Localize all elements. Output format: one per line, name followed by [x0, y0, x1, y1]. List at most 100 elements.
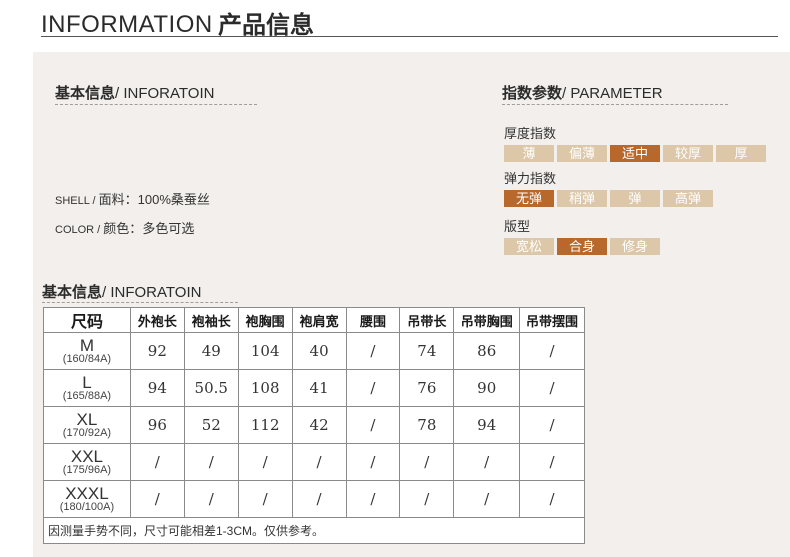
color-label: 颜色：: [103, 221, 143, 236]
table-cell: 52: [183, 406, 239, 444]
table-cell: /: [183, 480, 239, 518]
parameter-title-en: / PARAMETER: [562, 85, 663, 102]
column-header: 吊带摆围: [519, 307, 585, 333]
shell-label: 面料：: [98, 192, 138, 207]
table-cell: /: [129, 480, 185, 518]
option-chip: 稍弹: [557, 190, 607, 207]
column-header: 袍袖长: [183, 307, 239, 333]
option-chip: 弹: [610, 190, 660, 207]
table-row: XXXL (180/100A) / / / / / / / /: [43, 480, 585, 518]
table-row: L (165/88A) 94 50.5 108 41/76 90/: [43, 369, 585, 407]
table-cell: /: [519, 332, 585, 370]
size-table-title-en: / INFORATOIN: [102, 284, 202, 301]
table-row: XL (170/92A) 96 52 112 42/78 94/: [43, 406, 585, 444]
table-cell: 96: [129, 406, 185, 444]
table-cell: /: [345, 443, 401, 481]
table-cell: /: [519, 443, 585, 481]
shell-prefix: SHELL /: [55, 195, 99, 207]
table-cell: /: [519, 480, 585, 518]
elasticity-options: 无弹 稍弹弹高弹: [504, 190, 713, 207]
table-cell: /: [345, 332, 401, 370]
size-cell: M (160/84A): [43, 332, 131, 370]
option-chip: 偏薄: [557, 145, 607, 162]
elasticity-label: 弹力指数: [504, 171, 557, 186]
table-cell: /: [345, 369, 401, 407]
header-title-en: INFORMATION: [41, 11, 213, 38]
color-info: COLOR / 颜色：多色可选: [55, 218, 194, 237]
table-cell: 50.5: [183, 369, 239, 407]
shell-info: SHELL / 面料：100%桑蚕丝: [55, 189, 210, 208]
table-cell: 49: [183, 332, 239, 370]
basic-info-title: 基本信息/ INFORATOIN: [55, 82, 214, 103]
option-chip: 薄: [504, 145, 554, 162]
table-cell: /: [129, 443, 185, 481]
page-header: INFORMATION 产品信息: [0, 0, 790, 50]
table-cell: /: [183, 443, 239, 481]
table-cell: 78: [399, 406, 455, 444]
parameter-title: 指数参数/ PARAMETER: [502, 82, 663, 103]
table-cell: 41: [291, 369, 347, 407]
table-note: 因测量手势不同，尺寸可能相差1-3CM。仅供参考。: [43, 517, 585, 544]
fit-label: 版型: [504, 219, 531, 234]
option-chip: 适中: [610, 145, 660, 162]
size-cell: XXXL (180/100A): [43, 480, 131, 518]
table-cell: /: [399, 480, 455, 518]
shell-value: 100%桑蚕丝: [137, 192, 210, 207]
size-cell: XL (170/92A): [43, 406, 131, 444]
size-body-spec: (180/100A): [59, 501, 115, 513]
table-cell: 94: [129, 369, 185, 407]
option-chip: 厚: [716, 145, 766, 162]
option-chip: 高弹: [663, 190, 713, 207]
table-cell: 90: [453, 369, 521, 407]
table-cell: /: [237, 480, 293, 518]
parameter-title-cn: 指数参数: [502, 85, 563, 102]
size-table: 尺码 外袍长 袍袖长 袍胸围 袍肩宽 腰围 吊带长 吊带胸围 吊带摆围 M (160/84A) 92…: [43, 307, 585, 544]
size-label: M: [79, 336, 95, 355]
column-header: 袍肩宽: [291, 307, 347, 333]
size-label: XXL: [70, 447, 104, 466]
table-cell: /: [453, 443, 521, 481]
table-cell: /: [519, 406, 585, 444]
column-header: 袍胸围: [237, 307, 293, 333]
table-cell: 40: [291, 332, 347, 370]
size-cell: XXL (175/96A): [43, 443, 131, 481]
table-cell: 112: [237, 406, 293, 444]
table-cell: /: [291, 443, 347, 481]
basic-info-title-en: / INFORATOIN: [115, 85, 215, 102]
column-header: 尺码: [43, 307, 131, 333]
table-cell: /: [453, 480, 521, 518]
column-header: 吊带胸围: [453, 307, 521, 333]
option-chip: 无弹: [504, 190, 554, 207]
column-header: 吊带长: [399, 307, 455, 333]
fit-options: 宽松 合身 修身: [504, 238, 660, 255]
size-label: L: [82, 373, 92, 392]
column-header: 腰围: [345, 307, 401, 333]
table-cell: 104: [237, 332, 293, 370]
table-header-row: 尺码 外袍长 袍袖长 袍胸围 袍肩宽 腰围 吊带长 吊带胸围 吊带摆围: [43, 307, 585, 333]
table-cell: 42: [291, 406, 347, 444]
table-cell: 92: [129, 332, 185, 370]
size-body-spec: (170/92A): [62, 427, 112, 439]
size-label: XXXL: [65, 484, 109, 503]
table-cell: 94: [453, 406, 521, 444]
header-title-cn: 产品信息: [218, 12, 314, 39]
table-cell: 108: [237, 369, 293, 407]
color-prefix: COLOR /: [55, 224, 104, 236]
basic-info-divider: [55, 104, 257, 105]
table-cell: /: [291, 480, 347, 518]
table-cell: 76: [399, 369, 455, 407]
table-note-row: 因测量手势不同，尺寸可能相差1-3CM。仅供参考。: [43, 517, 585, 544]
option-chip: 较厚: [663, 145, 713, 162]
table-cell: 74: [399, 332, 455, 370]
option-chip: 修身: [610, 238, 660, 255]
table-cell: /: [345, 406, 401, 444]
column-header: 外袍长: [129, 307, 185, 333]
table-cell: /: [399, 443, 455, 481]
table-cell: /: [519, 369, 585, 407]
color-value: 多色可选: [142, 221, 195, 236]
option-chip: 宽松: [504, 238, 554, 255]
size-cell: L (165/88A): [43, 369, 131, 407]
thickness-label: 厚度指数: [504, 126, 557, 141]
table-row: M (160/84A) 92 49 104 40/74 86/: [43, 332, 585, 370]
table-cell: /: [237, 443, 293, 481]
